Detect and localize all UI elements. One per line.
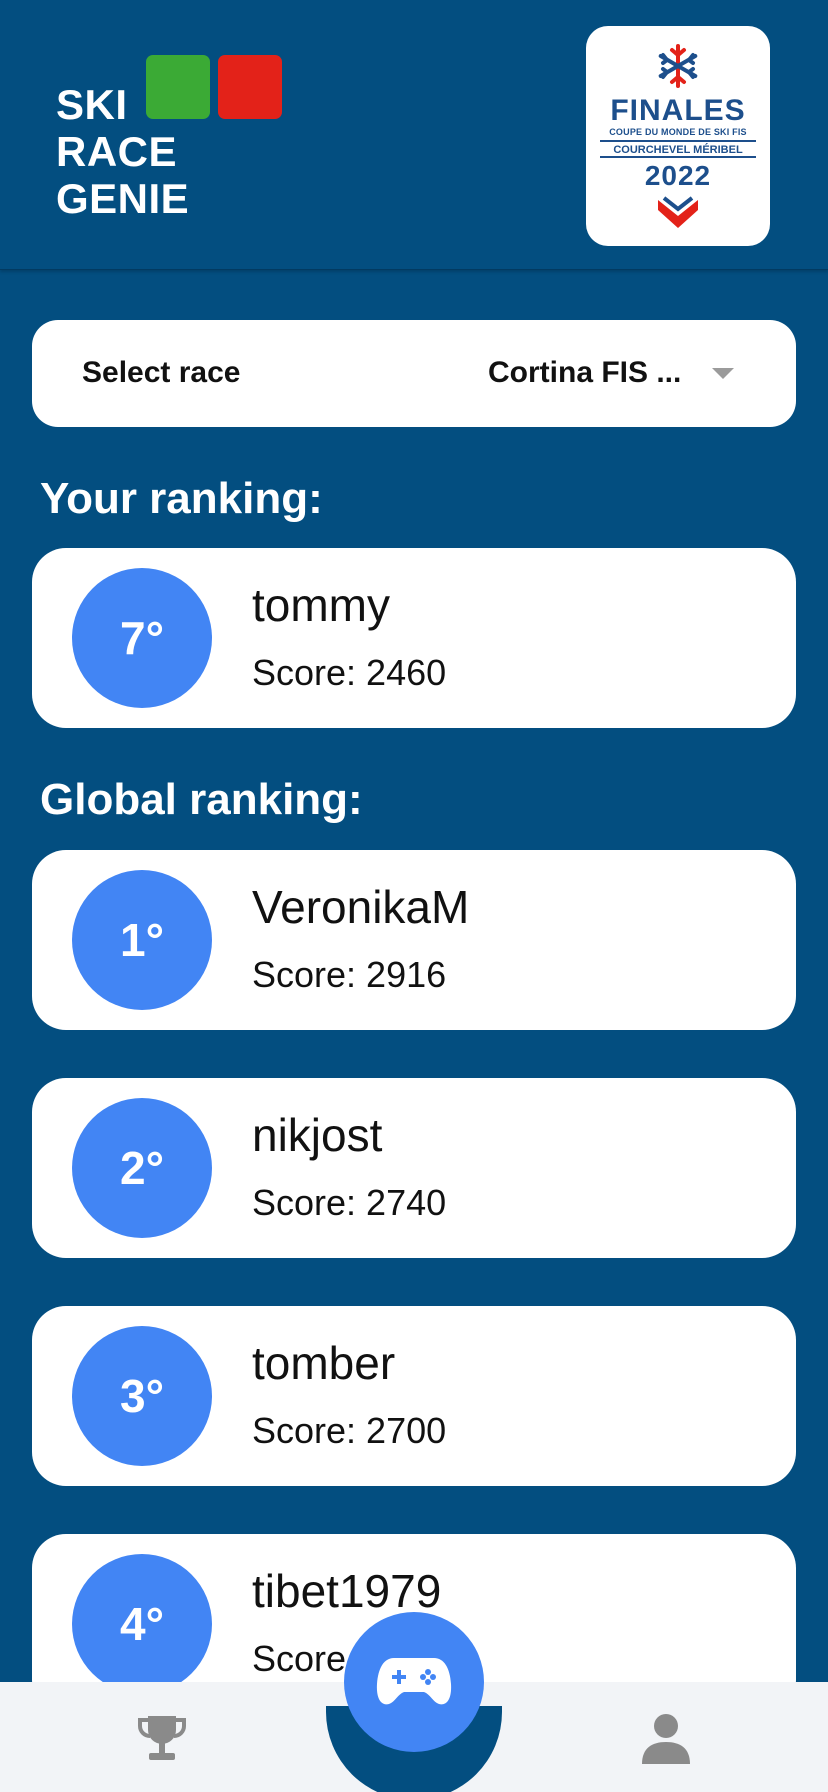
player-score: Score: 2740 [252, 1182, 446, 1224]
logo-green-square [146, 55, 210, 119]
badge-place: COURCHEVEL MÉRIBEL [613, 144, 743, 156]
race-select-label: Select race [82, 356, 241, 389]
score-label: Score: [252, 954, 367, 995]
player-score: Score: 2700 [252, 1410, 446, 1452]
play-game-button[interactable] [344, 1612, 484, 1752]
player-score: Score: 2916 [252, 954, 446, 996]
badge-divider [600, 156, 756, 158]
logo-red-square [218, 55, 282, 119]
trophy-icon[interactable] [134, 1710, 190, 1771]
player-score: Score [252, 1638, 346, 1680]
player-name: tibet1979 [252, 1565, 442, 1617]
rank-position: 3° [72, 1326, 212, 1466]
rank-position: 4° [72, 1554, 212, 1694]
badge-year: 2022 [644, 160, 712, 191]
global-ranking-title: Global ranking: [40, 775, 363, 824]
player-name: tomber [252, 1337, 396, 1389]
score-value: 2916 [366, 954, 447, 995]
logo-text-genie: GENIE [56, 175, 190, 222]
gamepad-icon [376, 1658, 452, 1705]
badge-title: FINALES [610, 94, 746, 127]
player-score: Score: 2460 [252, 652, 446, 694]
score-label: Score: [252, 1182, 367, 1223]
rank-position: 1° [72, 870, 212, 1010]
profile-icon[interactable] [638, 1710, 694, 1771]
dropdown-caret-icon[interactable] [712, 368, 734, 379]
ranking-row: 1° VeronikaM Score: 2916 [32, 850, 796, 1030]
ranking-row: 2° nikjost Score: 2740 [32, 1078, 796, 1258]
badge-subtitle: COUPE DU MONDE DE SKI FIS [609, 127, 747, 137]
ranking-row: 3° tomber Score: 2700 [32, 1306, 796, 1486]
score-label: Score [252, 1638, 347, 1679]
snowflake-icon [658, 44, 698, 88]
score-label: Score: [252, 652, 367, 693]
chevron-logo-icon [658, 196, 698, 228]
player-name: nikjost [252, 1109, 383, 1161]
score-value: 2460 [366, 652, 447, 693]
badge-divider [600, 140, 756, 142]
your-ranking-card: 7° tommy Score: 2460 [32, 548, 796, 728]
score-label: Score: [252, 1410, 367, 1451]
race-select-value[interactable]: Cortina FIS ... [488, 356, 728, 390]
score-value: 2740 [366, 1182, 447, 1223]
app-header: SKI RACE GENIE FINALES COUPE DU MONDE DE… [0, 0, 828, 270]
player-name: VeronikaM [252, 881, 470, 933]
logo-text-race: RACE [56, 128, 178, 175]
ski-race-genie-logo: SKI RACE GENIE [56, 55, 296, 225]
player-name: tommy [252, 579, 390, 631]
your-ranking-title: Your ranking: [40, 474, 323, 523]
rank-position: 2° [72, 1098, 212, 1238]
event-badge: FINALES COUPE DU MONDE DE SKI FIS COURCH… [586, 26, 770, 246]
race-select[interactable]: Select race Cortina FIS ... [32, 320, 796, 427]
score-value: 2700 [366, 1410, 447, 1451]
rank-position: 7° [72, 568, 212, 708]
logo-text-ski: SKI [56, 81, 128, 128]
